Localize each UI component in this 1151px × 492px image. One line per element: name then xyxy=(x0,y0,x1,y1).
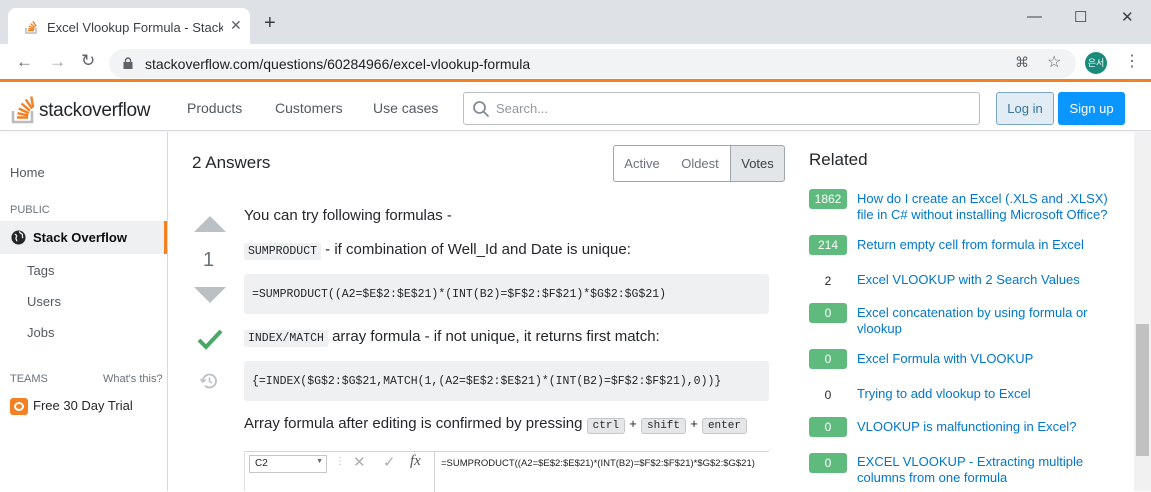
globe-icon xyxy=(11,230,26,245)
excel-cell-ref: C2 xyxy=(255,458,268,469)
related-score-badge: 0 xyxy=(809,384,847,404)
signup-button[interactable]: Sign up xyxy=(1058,92,1125,125)
separator-dots-icon: ⋮ xyxy=(335,456,345,467)
related-link[interactable]: Return empty cell from formula in Excel xyxy=(857,237,1115,253)
lock-icon xyxy=(123,57,133,69)
kbd-ctrl: ctrl xyxy=(586,418,626,434)
sidebar-item-tags[interactable]: Tags xyxy=(27,263,54,278)
vote-count: 1 xyxy=(203,249,215,271)
paragraph-text: - if combination of Well_Id and Date is … xyxy=(321,241,631,258)
stackoverflow-logo[interactable]: stackoverflow xyxy=(11,91,161,125)
related-link[interactable]: VLOOKUP is malfunctioning in Excel? xyxy=(857,419,1115,435)
sidebar-item-users[interactable]: Users xyxy=(27,294,61,309)
login-button[interactable]: Log in xyxy=(996,92,1054,125)
menu-kebab-icon[interactable]: ⋮ xyxy=(1124,51,1140,71)
excel-formula-bar-image: C2 ▼ ⋮ ✕ ✓ fx =SUMPRODUCT((A2=$E$2:$E$21)… xyxy=(244,451,770,492)
plus-sign: + xyxy=(690,416,698,431)
related-link[interactable]: EXCEL VLOOKUP - Extracting multiple colu… xyxy=(857,454,1115,486)
inline-code-index-match: INDEX/MATCH xyxy=(244,330,328,347)
sidebar-item-label: Stack Overflow xyxy=(33,230,127,245)
browser-tab[interactable]: Excel Vlookup Formula - Stack O ✕ xyxy=(8,8,250,44)
bookmark-star-icon[interactable]: ☆ xyxy=(1047,52,1061,72)
answers-count-heading: 2 Answers xyxy=(192,153,271,172)
related-link[interactable]: Excel Formula with VLOOKUP xyxy=(857,351,1115,367)
omnibox[interactable]: stackoverflow.com/questions/60284966/exc… xyxy=(109,49,1076,78)
answer-paragraph-4: Array formula after editing is confirmed… xyxy=(244,415,747,434)
briefcase-icon xyxy=(10,398,28,415)
minimize-icon[interactable]: — xyxy=(1027,8,1042,25)
kbd-enter: enter xyxy=(701,418,747,434)
stackoverflow-logo-icon xyxy=(11,96,35,124)
site-header: stackoverflow Products Customers Use cas… xyxy=(0,85,1151,131)
plus-sign: + xyxy=(629,416,637,431)
related-score-badge: 0 xyxy=(809,453,847,473)
tab-votes[interactable]: Votes xyxy=(730,145,785,182)
sidebar-item-jobs[interactable]: Jobs xyxy=(27,325,54,340)
left-sidebar: Home PUBLIC Stack Overflow Tags Users Jo… xyxy=(0,132,168,491)
reload-icon[interactable]: ↻ xyxy=(81,51,95,71)
downvote-arrow-icon[interactable] xyxy=(193,286,227,304)
excel-formula-text: =SUMPRODUCT((A2=$E$2:$E$21)*(INT(B2)=$F$… xyxy=(434,452,770,492)
scrollbar-thumb[interactable] xyxy=(1136,324,1149,456)
logo-text: stackoverflow xyxy=(39,100,151,121)
related-link[interactable]: Excel concatenation by using formula or … xyxy=(857,305,1115,337)
upvote-arrow-icon[interactable] xyxy=(193,215,227,233)
answer-paragraph-3: INDEX/MATCH array formula - if not uniqu… xyxy=(244,328,660,347)
whats-this-link[interactable]: What's this? xyxy=(103,373,163,385)
related-score-badge: 0 xyxy=(809,303,847,323)
sidebar-caption-public: PUBLIC xyxy=(10,204,50,216)
confirm-check-icon: ✓ xyxy=(383,454,396,471)
function-fx-icon: fx xyxy=(410,453,421,469)
paragraph-text: Array formula after editing is confirmed… xyxy=(244,415,583,432)
close-tab-icon[interactable]: ✕ xyxy=(230,17,242,34)
paragraph-text: array formula - if not unique, it return… xyxy=(327,328,660,345)
nav-products[interactable]: Products xyxy=(187,100,242,116)
sidebar-item-stack-overflow[interactable]: Stack Overflow xyxy=(0,221,167,254)
sidebar-item-home[interactable]: Home xyxy=(10,165,45,180)
code-block-index-match: {=INDEX($G$2:$G$21,MATCH(1,(A2=$E$2:$E$2… xyxy=(244,361,769,401)
free-trial-link[interactable]: Free 30 Day Trial xyxy=(33,398,133,413)
tab-active[interactable]: Active xyxy=(613,145,671,182)
forward-icon[interactable]: → xyxy=(49,52,66,72)
related-score-badge: 2 xyxy=(809,270,847,290)
url-text: stackoverflow.com/questions/60284966/exc… xyxy=(145,56,531,72)
tab-oldest[interactable]: Oldest xyxy=(670,145,731,182)
close-window-icon[interactable]: ✕ xyxy=(1121,8,1134,26)
cancel-x-icon: ✕ xyxy=(353,454,366,471)
tab-title: Excel Vlookup Formula - Stack O xyxy=(47,20,223,35)
nav-use-cases[interactable]: Use cases xyxy=(373,100,438,116)
nav-customers[interactable]: Customers xyxy=(275,100,343,116)
sidebar-caption-teams: TEAMS xyxy=(10,373,48,385)
search-placeholder: Search... xyxy=(496,101,549,116)
inline-code-sumproduct: SUMPRODUCT xyxy=(244,243,322,260)
profile-avatar[interactable]: 은서 xyxy=(1085,52,1107,74)
answer-paragraph-2: SUMPRODUCT - if combination of Well_Id a… xyxy=(244,241,631,260)
related-link[interactable]: How do I create an Excel (.XLS and .XLSX… xyxy=(857,191,1115,223)
address-bar: ← → ↻ stackoverflow.com/questions/602849… xyxy=(0,44,1151,82)
new-tab-icon[interactable]: + xyxy=(264,12,276,35)
translate-icon[interactable]: ⌘ xyxy=(1015,54,1029,71)
history-icon[interactable] xyxy=(199,372,219,390)
excel-name-box: C2 ▼ xyxy=(249,455,327,473)
stackoverflow-favicon-icon xyxy=(25,20,37,34)
answer-paragraph-1: You can try following formulas - xyxy=(244,207,452,224)
accepted-checkmark-icon xyxy=(197,329,223,350)
related-heading: Related xyxy=(809,150,868,169)
kbd-shift: shift xyxy=(641,418,687,434)
dropdown-arrow-icon: ▼ xyxy=(316,458,323,465)
browser-tab-bar: Excel Vlookup Formula - Stack O ✕ + — ☐ … xyxy=(0,0,1151,44)
back-icon[interactable]: ← xyxy=(16,52,33,72)
related-link[interactable]: Trying to add vlookup to Excel xyxy=(857,386,1115,402)
maximize-icon[interactable]: ☐ xyxy=(1074,8,1087,26)
search-input[interactable]: Search... xyxy=(463,92,980,125)
related-link[interactable]: Excel VLOOKUP with 2 Search Values xyxy=(857,272,1115,288)
related-score-badge: 214 xyxy=(809,235,847,255)
code-block-sumproduct: =SUMPRODUCT((A2=$E$2:$E$21)*(INT(B2)=$F$… xyxy=(244,274,769,314)
related-score-badge: 0 xyxy=(809,417,847,437)
related-score-badge: 0 xyxy=(809,349,847,369)
related-score-badge: 1862 xyxy=(809,189,847,209)
search-icon xyxy=(473,101,490,118)
